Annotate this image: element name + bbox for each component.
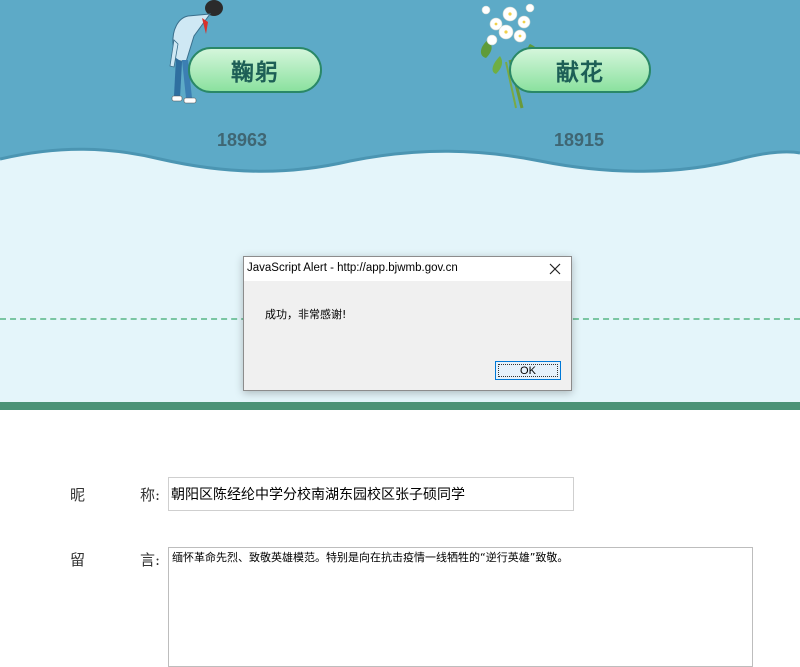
ok-button[interactable]: OK [495,361,561,380]
alert-message: 成功，非常感谢! [265,308,347,321]
javascript-alert-dialog: JavaScript Alert - http://app.bjwmb.gov.… [243,256,572,391]
close-icon[interactable] [545,259,565,279]
section-divider [0,402,800,410]
bow-button-label: 鞠躬 [231,60,279,86]
banner-wave [0,147,800,180]
flower-button[interactable]: 献花 [509,47,651,93]
alert-title: JavaScript Alert - http://app.bjwmb.gov.… [247,262,458,274]
nickname-input[interactable] [168,477,574,511]
bow-count: 18963 [217,130,268,150]
flower-count: 18915 [554,130,605,150]
alert-titlebar: JavaScript Alert - http://app.bjwmb.gov.… [244,257,571,281]
message-label: 留 言: [70,549,160,570]
message-label-second: 言: [139,551,160,569]
flower-button-label: 献花 [556,60,604,86]
nickname-label-second: 称: [139,486,160,504]
message-label-first: 留 [70,551,86,569]
bow-button[interactable]: 鞠躬 [188,47,322,93]
nickname-label: 昵 称: [70,484,160,505]
message-textarea[interactable]: 缅怀革命先烈、致敬英雄模范。特别是向在抗击疫情一线牺牲的“逆行英雄”致敬。 [168,547,753,667]
nickname-label-first: 昵 [70,486,86,504]
tribute-banner: 鞠躬 献花 18963 18915 [0,0,800,180]
